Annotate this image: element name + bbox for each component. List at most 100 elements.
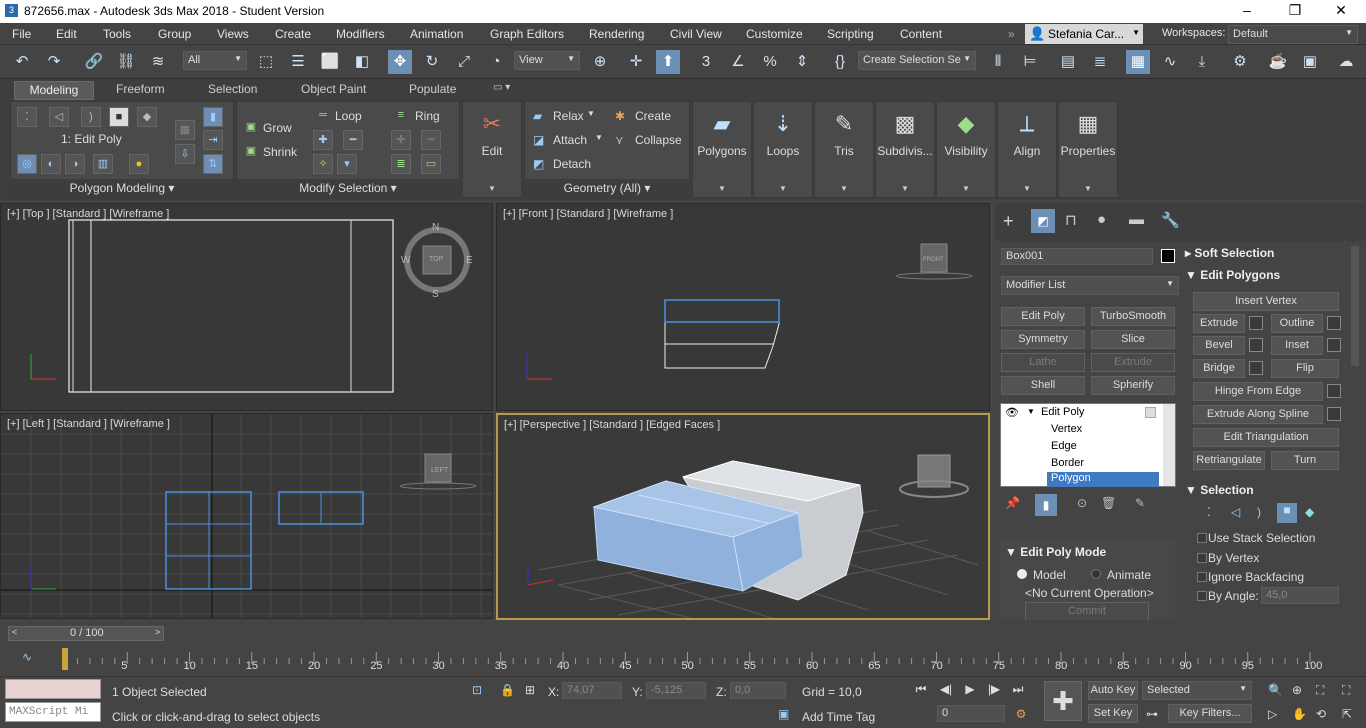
window-crossing-icon[interactable]: ◧ xyxy=(350,50,374,74)
bevel-button[interactable]: Bevel xyxy=(1193,336,1245,355)
viewport-left[interactable]: [+] [Left ] [Standard ] [Wireframe ] LEF… xyxy=(0,413,493,619)
link-icon[interactable]: 🔗 xyxy=(82,50,106,74)
visibility-button[interactable]: ◆ Visibility ▼ xyxy=(936,101,996,198)
menu-views[interactable]: Views xyxy=(217,27,249,41)
z-coordinate[interactable]: 0,0 xyxy=(730,682,786,699)
pin-stack-icon[interactable]: 📌 xyxy=(1005,496,1020,510)
stack-up-icon[interactable]: ⇅ xyxy=(203,154,223,174)
menu-customize[interactable]: Customize xyxy=(746,27,803,41)
extrude-button[interactable]: Extrude xyxy=(1193,314,1245,333)
redo-icon[interactable]: ↷ xyxy=(42,50,66,74)
ignore-backfacing-icon[interactable]: ◐ xyxy=(41,154,61,174)
mod-slice-button[interactable]: Slice xyxy=(1091,330,1175,349)
menu-create[interactable]: Create xyxy=(275,27,311,41)
outline-button[interactable]: Outline xyxy=(1271,314,1323,333)
move-icon[interactable]: ✥ xyxy=(388,50,412,74)
extrude-along-spline-button[interactable]: Extrude Along Spline xyxy=(1193,405,1323,424)
menu-animation[interactable]: Animation xyxy=(410,27,463,41)
slider-right-icon[interactable]: > xyxy=(155,627,160,637)
curve-editor-icon[interactable]: ∿ xyxy=(1158,50,1182,74)
inset-button[interactable]: Inset xyxy=(1271,336,1323,355)
mod-lathe-button[interactable]: Lathe xyxy=(1001,353,1085,372)
schematic-view-icon[interactable]: ⤓ xyxy=(1190,50,1214,74)
menu-content[interactable]: Content xyxy=(900,27,942,41)
zoom-all-icon[interactable]: ⊕ xyxy=(1292,683,1302,697)
maxscript-input[interactable]: MAXScript Mi xyxy=(5,702,101,722)
next-frame-icon[interactable]: |▶ xyxy=(986,681,1002,697)
tab-selection[interactable]: Selection xyxy=(202,81,263,100)
display-tab-icon[interactable]: ▬ xyxy=(1129,211,1144,228)
ring-mode-icon[interactable]: ≣ xyxy=(391,154,411,174)
workspace-dropdown[interactable]: Default ▼ xyxy=(1228,25,1358,44)
maximize-viewport-icon[interactable]: ⇱ xyxy=(1342,707,1352,721)
motion-tab-icon[interactable]: ● xyxy=(1097,211,1106,228)
edit-polygons-rollout[interactable]: ▼ Edit Polygons xyxy=(1185,268,1280,282)
by-angle-checkbox[interactable] xyxy=(1197,591,1207,601)
utilities-tab-icon[interactable]: 🔧 xyxy=(1161,211,1180,229)
edit-button[interactable]: ✂ Edit ▼ xyxy=(462,101,522,198)
menu-scripting[interactable]: Scripting xyxy=(827,27,874,41)
show-cage-icon[interactable]: ▥ xyxy=(93,154,113,174)
reference-coordinate-dropdown[interactable]: View ▼ xyxy=(514,51,580,70)
shrink-button[interactable]: Shrink xyxy=(263,145,297,159)
go-to-start-icon[interactable]: ⏮ xyxy=(913,681,929,697)
ribbon-toggle-icon[interactable]: ▦ xyxy=(1126,50,1150,74)
maximize-button[interactable]: ❐ xyxy=(1280,2,1310,20)
select-object-icon[interactable]: ⬚ xyxy=(254,50,278,74)
sel-border-icon[interactable]: ) xyxy=(1257,505,1261,519)
viewport-left-label[interactable]: [+] [Left ] [Standard ] [Wireframe ] xyxy=(7,418,170,430)
zoom-icon[interactable]: 🔍 xyxy=(1268,683,1283,697)
menu-modifiers[interactable]: Modifiers xyxy=(336,27,385,41)
current-frame-field[interactable]: 0 xyxy=(937,705,1005,722)
expand-icon[interactable]: ▼ xyxy=(1027,407,1035,416)
outline-settings-icon[interactable] xyxy=(1327,316,1341,330)
select-manipulate-icon[interactable]: ✛ xyxy=(624,50,648,74)
layer-explorer-icon[interactable]: ≣ xyxy=(1088,50,1112,74)
make-unique-icon[interactable]: ⊙ xyxy=(1077,496,1087,510)
stack-item-vertex[interactable]: Vertex xyxy=(1051,423,1082,435)
mod-symmetry-button[interactable]: Symmetry xyxy=(1001,330,1085,349)
flip-button[interactable]: Flip xyxy=(1271,359,1339,378)
detach-button[interactable]: Detach xyxy=(553,157,591,171)
unlink-icon[interactable]: ⛓ xyxy=(114,50,138,74)
previous-frame-icon[interactable]: ◀| xyxy=(938,681,954,697)
polygon-mode-icon[interactable]: ■ xyxy=(109,107,129,127)
go-to-end-icon[interactable]: ⏭ xyxy=(1010,681,1026,697)
edge-mode-icon[interactable]: ◁ xyxy=(49,107,69,127)
stack-scrollbar[interactable] xyxy=(1163,404,1175,486)
grow-ring-icon[interactable]: ✚ xyxy=(391,130,411,150)
menu-edit[interactable]: Edit xyxy=(56,27,77,41)
object-color-swatch[interactable] xyxy=(1161,249,1175,263)
zoom-extents-icon[interactable]: ⛶ xyxy=(1316,683,1324,698)
stack-item-edge[interactable]: Edge xyxy=(1051,440,1077,452)
lock-icon[interactable]: 🔒 xyxy=(500,683,515,697)
use-stack-checkbox[interactable] xyxy=(1197,533,1207,543)
selection-rollout[interactable]: ▼ Selection xyxy=(1185,483,1254,497)
dot-loop-icon[interactable]: ▾ xyxy=(337,154,357,174)
retriangulate-button[interactable]: Retriangulate xyxy=(1193,451,1265,470)
animate-radio[interactable] xyxy=(1091,569,1101,579)
field-of-view-icon[interactable]: ▷ xyxy=(1268,707,1277,721)
vertex-mode-icon[interactable]: ⁚ xyxy=(17,107,37,127)
modifier-list-dropdown[interactable]: Modifier List ▼ xyxy=(1001,276,1179,295)
viewcube-top[interactable]: TOP xyxy=(429,256,443,263)
mod-extrude-button[interactable]: Extrude xyxy=(1091,353,1175,372)
ring-button[interactable]: Ring xyxy=(415,109,440,123)
stack-down-icon[interactable]: ⇩ xyxy=(175,144,195,164)
sel-edge-icon[interactable]: ◁ xyxy=(1231,505,1240,519)
selection-region-icon[interactable]: ⬜ xyxy=(318,50,342,74)
shrink-ring-icon[interactable]: ━ xyxy=(421,130,441,150)
angle-snap-icon[interactable]: ∠ xyxy=(726,50,750,74)
collapse-stack-icon[interactable]: ▦ xyxy=(175,120,195,140)
hinge-from-edge-button[interactable]: Hinge From Edge xyxy=(1193,382,1323,401)
viewport-top-label[interactable]: [+] [Top ] [Standard ] [Wireframe ] xyxy=(7,208,169,220)
close-button[interactable]: ✕ xyxy=(1326,2,1356,20)
align-icon[interactable]: ⊨ xyxy=(1018,50,1042,74)
loops-button[interactable]: ⇣ Loops ▼ xyxy=(753,101,813,198)
eye-icon[interactable]: 👁 xyxy=(1005,406,1019,419)
key-mode-dropdown[interactable]: Selected ▼ xyxy=(1142,681,1252,700)
zoom-extents-all-icon[interactable]: ⛶ xyxy=(1342,683,1350,698)
properties-button[interactable]: ▦ Properties ▼ xyxy=(1058,101,1118,198)
sel-vertex-icon[interactable]: ⁚ xyxy=(1207,505,1211,519)
minimize-button[interactable]: – xyxy=(1232,2,1262,20)
